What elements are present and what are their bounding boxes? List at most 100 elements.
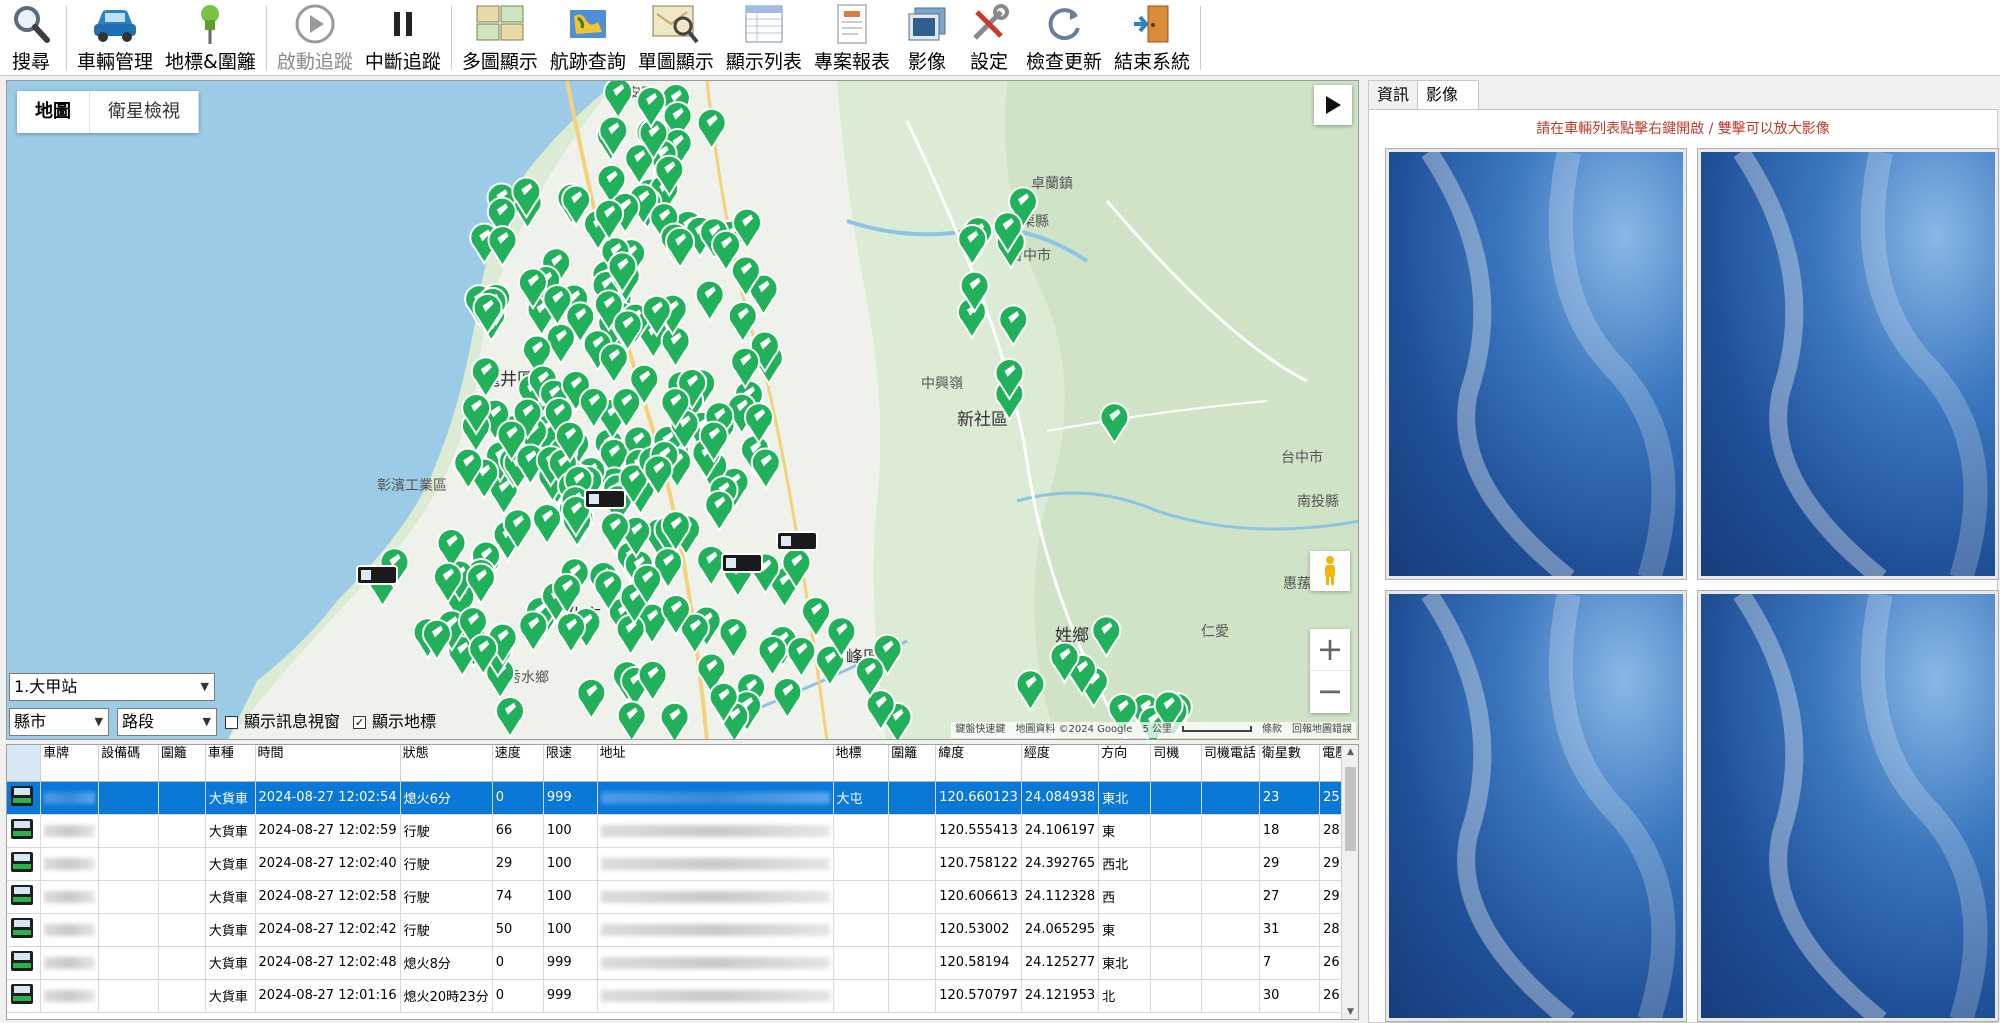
landmark-pin-icon[interactable] <box>598 342 629 385</box>
camera-image-3[interactable] <box>1385 590 1687 1022</box>
landmark-pin-icon[interactable] <box>1099 402 1130 445</box>
landmark-pin-icon[interactable] <box>704 489 735 533</box>
landmark-pin-icon[interactable] <box>495 696 525 739</box>
scroll-down-icon[interactable]: ▼ <box>1342 1007 1358 1017</box>
stop-tracking-button[interactable]: 中斷追蹤 <box>359 0 447 76</box>
landmark-pin-icon[interactable] <box>957 223 988 267</box>
scroll-up-icon[interactable]: ▲ <box>1342 747 1358 757</box>
landmark-pin-icon[interactable] <box>603 81 634 120</box>
county-select[interactable]: 縣市 ▼ <box>9 708 109 736</box>
column-header-device[interactable]: 設備碼 <box>98 745 159 782</box>
zoom-out-button[interactable]: − <box>1310 671 1350 713</box>
table-row[interactable]: 大貨車 2024-08-27 12:01:16 熄火20時23分 0 999 120.57… <box>7 979 1358 1013</box>
column-header-driver[interactable]: 司機 <box>1150 745 1202 782</box>
landmark-pin-icon[interactable] <box>532 503 562 546</box>
map-type-map-button[interactable]: 地圖 <box>17 91 90 133</box>
project-report-button[interactable]: 專案報表 <box>808 0 896 76</box>
column-header-satellites[interactable]: 衛星數 <box>1259 745 1321 782</box>
column-header-direction[interactable]: 方向 <box>1098 745 1152 782</box>
landmark-pin-icon[interactable] <box>665 226 696 270</box>
table-row[interactable]: 大貨車 2024-08-27 12:02:58 行駛 74 100 120.606613 2… <box>7 880 1358 914</box>
tab-info[interactable]: 資訊 <box>1368 80 1419 109</box>
keyboard-shortcuts-link[interactable]: 鍵盤快速鍵 <box>955 722 1005 738</box>
column-header-fence2[interactable]: 圍籬 <box>888 745 937 782</box>
landmark-pin-icon[interactable] <box>616 700 647 740</box>
column-header-time[interactable]: 時間 <box>255 745 401 782</box>
scrollbar-thumb[interactable] <box>1345 767 1356 851</box>
table-vertical-scrollbar[interactable]: ▲ ▼ <box>1341 745 1358 1019</box>
column-header-plate[interactable]: 車牌 <box>40 745 100 782</box>
terms-link[interactable]: 條款 <box>1262 722 1282 738</box>
landmark-pin-icon[interactable] <box>545 322 576 366</box>
map-type-satellite-button[interactable]: 衛星檢視 <box>90 91 199 133</box>
cell-plate <box>40 979 100 1013</box>
camera-image-2[interactable] <box>1697 148 1999 580</box>
show-info-window-checkbox[interactable]: 顯示訊息視窗 <box>225 708 340 736</box>
settings-button[interactable]: 設定 <box>958 0 1020 76</box>
report-error-link[interactable]: 回報地圖錯誤 <box>1292 722 1352 738</box>
landmark-pin-icon[interactable] <box>757 634 788 678</box>
tab-images[interactable]: 影像 <box>1417 80 1480 109</box>
expand-panel-button[interactable] <box>1314 85 1352 125</box>
landmark-pin-icon[interactable] <box>727 300 758 344</box>
column-header-speed[interactable]: 速度 <box>492 745 544 782</box>
landmark-fence-button[interactable]: 地標&圍籬 <box>159 0 262 76</box>
images-button[interactable]: 影像 <box>896 0 958 76</box>
column-header-driver-phone[interactable]: 司機電話 <box>1201 745 1260 782</box>
map-view[interactable]: 大安區 龍井區 新社區 化市 霧峰區 苗栗縣 卓蘭鎮 台中市 南投縣 台中市 姓… <box>6 80 1359 740</box>
start-tracking-button[interactable]: 啟動追蹤 <box>271 0 359 76</box>
redacted-text <box>44 890 96 903</box>
street-view-pegman[interactable] <box>1310 551 1350 591</box>
multi-map-button[interactable]: 多圖顯示 <box>456 0 544 76</box>
landmark-pin-icon[interactable] <box>801 596 831 639</box>
table-row[interactable]: 大貨車 2024-08-27 12:02:42 行駛 50 100 120.53002 24… <box>7 913 1358 947</box>
column-header-lat[interactable]: 緯度 <box>935 745 1022 782</box>
table-row[interactable]: 大貨車 2024-08-27 12:02:40 行駛 29 100 120.758122 2… <box>7 847 1358 881</box>
table-row[interactable]: 大貨車 2024-08-27 12:02:59 行駛 66 100 120.555413 2… <box>7 814 1358 848</box>
column-header-icon[interactable] <box>7 745 42 782</box>
show-landmarks-checkbox[interactable]: ✓ 顯示地標 <box>353 708 436 736</box>
table-row[interactable]: 大貨車 2024-08-27 12:02:54 熄火6分 0 999 大屯 120.6601… <box>7 781 1358 815</box>
column-header-limit[interactable]: 限速 <box>543 745 598 782</box>
truck-marker-icon[interactable] <box>356 565 398 585</box>
truck-marker-icon[interactable] <box>584 489 626 509</box>
landmark-pin-icon[interactable] <box>998 304 1029 348</box>
truck-marker-icon[interactable] <box>776 531 818 551</box>
table-row[interactable]: 大貨車 2024-08-27 12:02:48 熄火8分 0 999 120.58194 2… <box>7 946 1358 980</box>
landmark-pin-icon[interactable] <box>718 617 749 660</box>
landmark-pin-icon[interactable] <box>470 356 501 400</box>
landmark-pin-icon[interactable] <box>660 325 691 369</box>
single-map-button[interactable]: 單圖顯示 <box>632 0 720 76</box>
column-header-landmark[interactable]: 地標 <box>833 745 890 782</box>
column-header-status[interactable]: 狀態 <box>400 745 493 782</box>
zoom-in-button[interactable]: + <box>1310 629 1350 671</box>
landmark-pin-icon[interactable] <box>772 677 803 720</box>
landmark-pin-icon[interactable] <box>1091 615 1122 659</box>
landmark-pin-icon[interactable] <box>556 611 587 655</box>
camera-image-1[interactable] <box>1385 148 1687 580</box>
landmark-pin-icon[interactable] <box>487 225 518 268</box>
camera-image-4[interactable] <box>1697 590 1999 1022</box>
search-button[interactable]: 搜尋 <box>0 0 62 76</box>
landmark-pin-icon[interactable] <box>1015 669 1046 712</box>
landmark-pin-icon[interactable] <box>615 613 646 657</box>
landmark-pin-icon[interactable] <box>696 107 727 151</box>
landmark-pin-icon[interactable] <box>750 447 781 491</box>
exit-system-button[interactable]: 結束系統 <box>1108 0 1196 76</box>
track-query-button[interactable]: 航跡查詢 <box>544 0 632 76</box>
landmark-pin-icon[interactable] <box>694 279 725 323</box>
column-header-type[interactable]: 車種 <box>205 745 256 782</box>
landmark-pin-icon[interactable] <box>518 610 549 654</box>
column-header-fence[interactable]: 圍籬 <box>158 745 206 782</box>
show-list-button[interactable]: 顯示列表 <box>720 0 808 76</box>
landmark-pin-icon[interactable] <box>659 701 690 740</box>
truck-marker-icon[interactable] <box>721 553 763 573</box>
landmark-pin-icon[interactable] <box>576 677 607 721</box>
station-select[interactable]: 1.大甲站 ▼ <box>9 673 215 701</box>
check-update-button[interactable]: 檢查更新 <box>1020 0 1108 76</box>
landmark-pin-icon[interactable] <box>786 635 817 679</box>
vehicle-management-button[interactable]: 車輛管理 <box>71 0 159 76</box>
column-header-lng[interactable]: 經度 <box>1021 745 1100 782</box>
column-header-address[interactable]: 地址 <box>597 745 834 782</box>
road-select[interactable]: 路段 ▼ <box>117 708 217 736</box>
